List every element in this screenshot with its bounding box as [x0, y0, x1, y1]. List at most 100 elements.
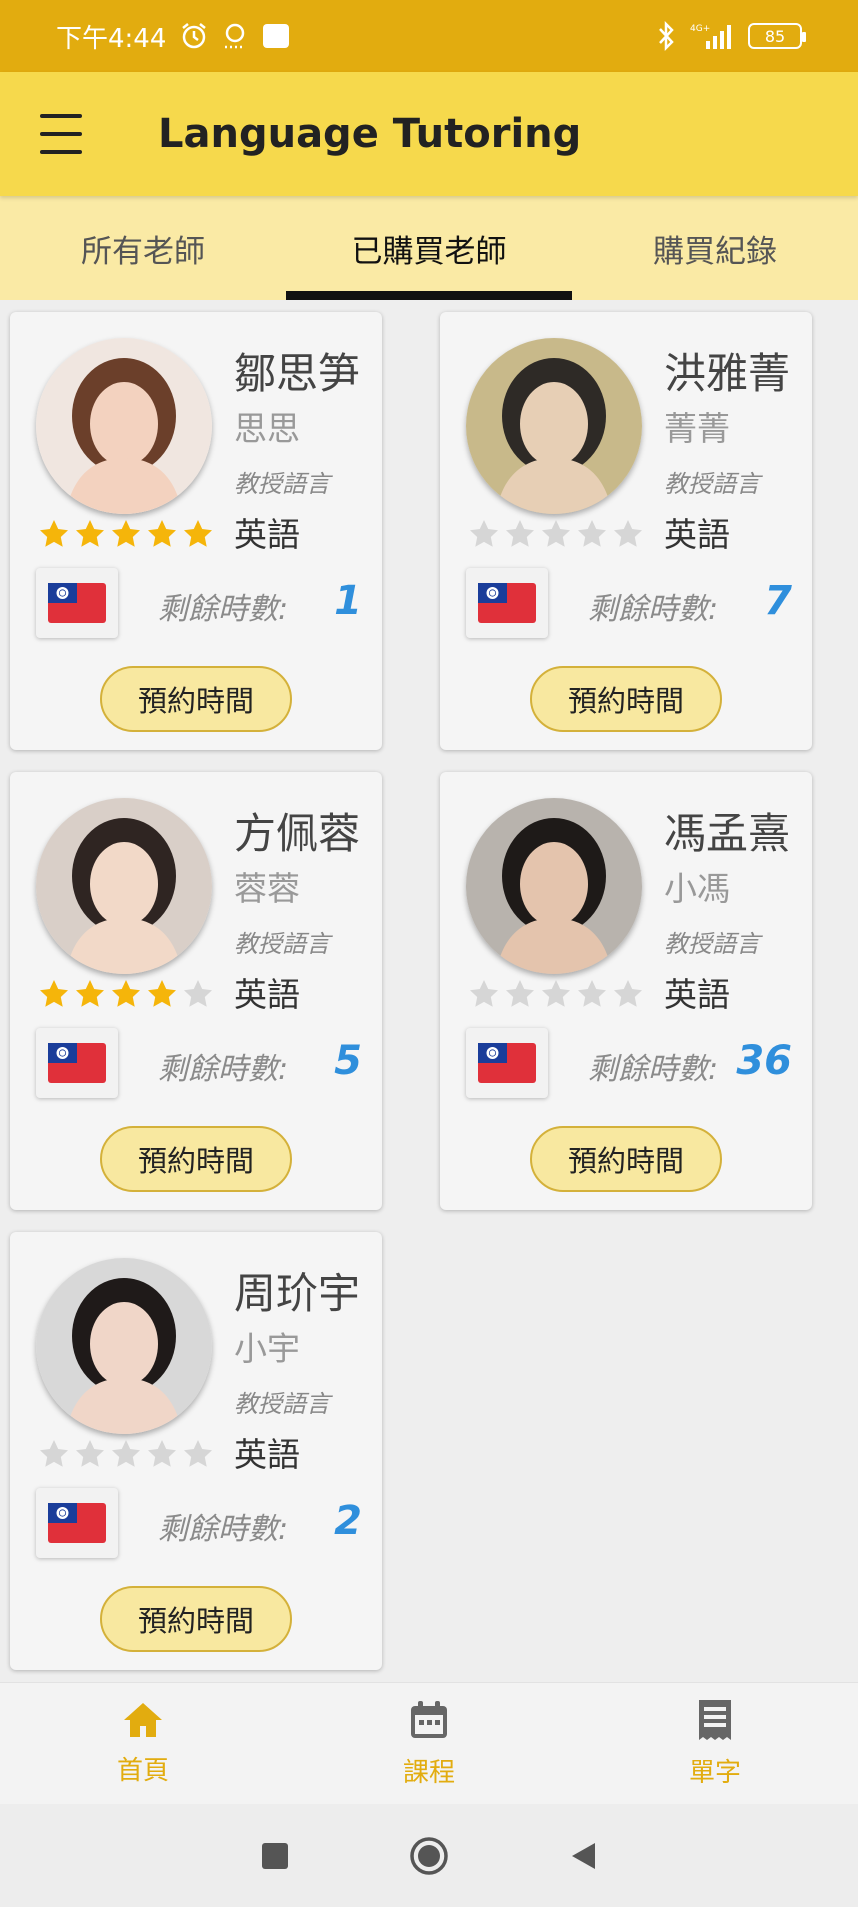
bottom-navigation: 首頁 課程 單字	[0, 1682, 858, 1804]
nav-courses-label: 課程	[402, 1758, 455, 1788]
remaining-hours-label: 剩餘時數:	[588, 1052, 719, 1087]
rating-stars[interactable]	[38, 1438, 214, 1470]
star-filled-icon[interactable]	[110, 518, 142, 550]
taiwan-flag-icon	[466, 1028, 548, 1098]
language-label: 教授語言	[664, 470, 760, 498]
taiwan-flag-icon	[36, 568, 118, 638]
back-icon[interactable]	[569, 1841, 597, 1871]
language-label: 教授語言	[234, 930, 330, 958]
tab-purchase-history[interactable]: 購買紀錄	[572, 196, 858, 300]
remaining-hours-label: 剩餘時數:	[158, 1052, 289, 1087]
remaining-hours-label: 剩餘時數:	[158, 1512, 289, 1547]
star-filled-icon[interactable]	[182, 518, 214, 550]
home-icon	[121, 1700, 165, 1744]
network-type: 4G+	[690, 24, 710, 34]
star-empty-icon[interactable]	[612, 518, 644, 550]
teacher-name: 鄒思笋	[234, 349, 361, 398]
hamburger-menu-icon[interactable]	[40, 114, 102, 154]
remaining-hours-value: 7	[764, 578, 792, 624]
star-filled-icon[interactable]	[38, 518, 70, 550]
star-empty-icon[interactable]	[576, 978, 608, 1010]
receipt-icon	[693, 1698, 737, 1746]
teacher-avatar	[36, 338, 212, 514]
rating-stars[interactable]	[468, 978, 644, 1010]
nav-vocabulary[interactable]: 單字	[572, 1683, 858, 1804]
teacher-card[interactable]: 周玠宇 小宇 教授語言 英語 剩餘時數: 2 預約時間	[10, 1232, 382, 1670]
teacher-nickname: 小宇	[234, 1329, 300, 1368]
remaining-hours-value: 36	[736, 1038, 792, 1084]
remaining-hours-value: 2	[334, 1498, 362, 1544]
nav-home-label: 首頁	[116, 1756, 169, 1786]
star-empty-icon[interactable]	[540, 978, 572, 1010]
teacher-card[interactable]: 馮孟熹 小馮 教授語言 英語 剩餘時數: 36 預約時間	[440, 772, 812, 1210]
language-label: 教授語言	[664, 930, 760, 958]
teacher-avatar	[466, 338, 642, 514]
status-time: 下午4:44	[56, 23, 167, 54]
signal-icon: 4G+	[688, 21, 736, 51]
battery-level: 85	[764, 26, 786, 46]
star-empty-icon[interactable]	[468, 518, 500, 550]
teacher-list: 鄒思笋 思思 教授語言 英語 剩餘時數: 1 預約時間 洪雅菁 菁菁 教授語言 …	[0, 300, 858, 1680]
book-time-button[interactable]: 預約時間	[100, 666, 292, 732]
star-empty-icon[interactable]	[576, 518, 608, 550]
battery-icon: 85	[748, 23, 806, 49]
teacher-nickname: 小馮	[664, 869, 730, 908]
tab-purchased-teachers[interactable]: 已購買老師	[286, 196, 572, 300]
language-value: 英語	[664, 515, 730, 554]
star-empty-icon[interactable]	[504, 518, 536, 550]
recents-icon[interactable]	[261, 1842, 289, 1870]
book-time-button[interactable]: 預約時間	[530, 1126, 722, 1192]
nav-vocabulary-label: 單字	[688, 1758, 741, 1788]
star-empty-icon[interactable]	[468, 978, 500, 1010]
book-time-button[interactable]: 預約時間	[530, 666, 722, 732]
star-filled-icon[interactable]	[74, 978, 106, 1010]
star-empty-icon[interactable]	[146, 1438, 178, 1470]
star-empty-icon[interactable]	[38, 1438, 70, 1470]
taiwan-flag-icon	[466, 568, 548, 638]
star-empty-icon[interactable]	[540, 518, 572, 550]
status-bar: 下午4:44 4G+ 85	[0, 0, 858, 72]
star-empty-icon[interactable]	[182, 1438, 214, 1470]
teacher-card[interactable]: 洪雅菁 菁菁 教授語言 英語 剩餘時數: 7 預約時間	[440, 312, 812, 750]
calendar-icon	[407, 1698, 451, 1746]
nav-home[interactable]: 首頁	[0, 1683, 286, 1804]
star-empty-icon[interactable]	[110, 1438, 142, 1470]
star-empty-icon[interactable]	[182, 978, 214, 1010]
book-time-button[interactable]: 預約時間	[100, 1126, 292, 1192]
language-value: 英語	[234, 515, 300, 554]
rating-stars[interactable]	[468, 518, 644, 550]
teacher-name: 周玠宇	[234, 1269, 361, 1318]
remaining-hours-label: 剩餘時數:	[588, 592, 719, 627]
tab-all-teachers[interactable]: 所有老師	[0, 196, 286, 300]
language-value: 英語	[664, 975, 730, 1014]
home-circle-icon[interactable]	[409, 1836, 449, 1876]
rating-stars[interactable]	[38, 518, 214, 550]
star-empty-icon[interactable]	[504, 978, 536, 1010]
rating-stars[interactable]	[38, 978, 214, 1010]
star-filled-icon[interactable]	[110, 978, 142, 1010]
teacher-avatar	[466, 798, 642, 974]
alarm-icon	[180, 22, 208, 50]
star-filled-icon[interactable]	[146, 978, 178, 1010]
teacher-card[interactable]: 鄒思笋 思思 教授語言 英語 剩餘時數: 1 預約時間	[10, 312, 382, 750]
star-empty-icon[interactable]	[74, 1438, 106, 1470]
taiwan-flag-icon	[36, 1488, 118, 1558]
search-notification-icon	[222, 22, 248, 50]
system-navigation-bar	[0, 1804, 858, 1907]
remaining-hours-value: 5	[334, 1038, 362, 1084]
star-filled-icon[interactable]	[38, 978, 70, 1010]
nav-courses[interactable]: 課程	[286, 1683, 572, 1804]
language-label: 教授語言	[234, 1390, 330, 1418]
teacher-avatar	[36, 1258, 212, 1434]
star-empty-icon[interactable]	[612, 978, 644, 1010]
language-label: 教授語言	[234, 470, 330, 498]
app-title: Language Tutoring	[158, 111, 582, 157]
tab-bar: 所有老師 已購買老師 購買紀錄	[0, 196, 858, 300]
star-filled-icon[interactable]	[146, 518, 178, 550]
star-filled-icon[interactable]	[74, 518, 106, 550]
teacher-card[interactable]: 方佩蓉 蓉蓉 教授語言 英語 剩餘時數: 5 預約時間	[10, 772, 382, 1210]
book-time-button[interactable]: 預約時間	[100, 1586, 292, 1652]
remaining-hours-value: 1	[334, 578, 362, 624]
bluetooth-icon	[656, 21, 676, 51]
app-bar: Language Tutoring	[0, 72, 858, 196]
